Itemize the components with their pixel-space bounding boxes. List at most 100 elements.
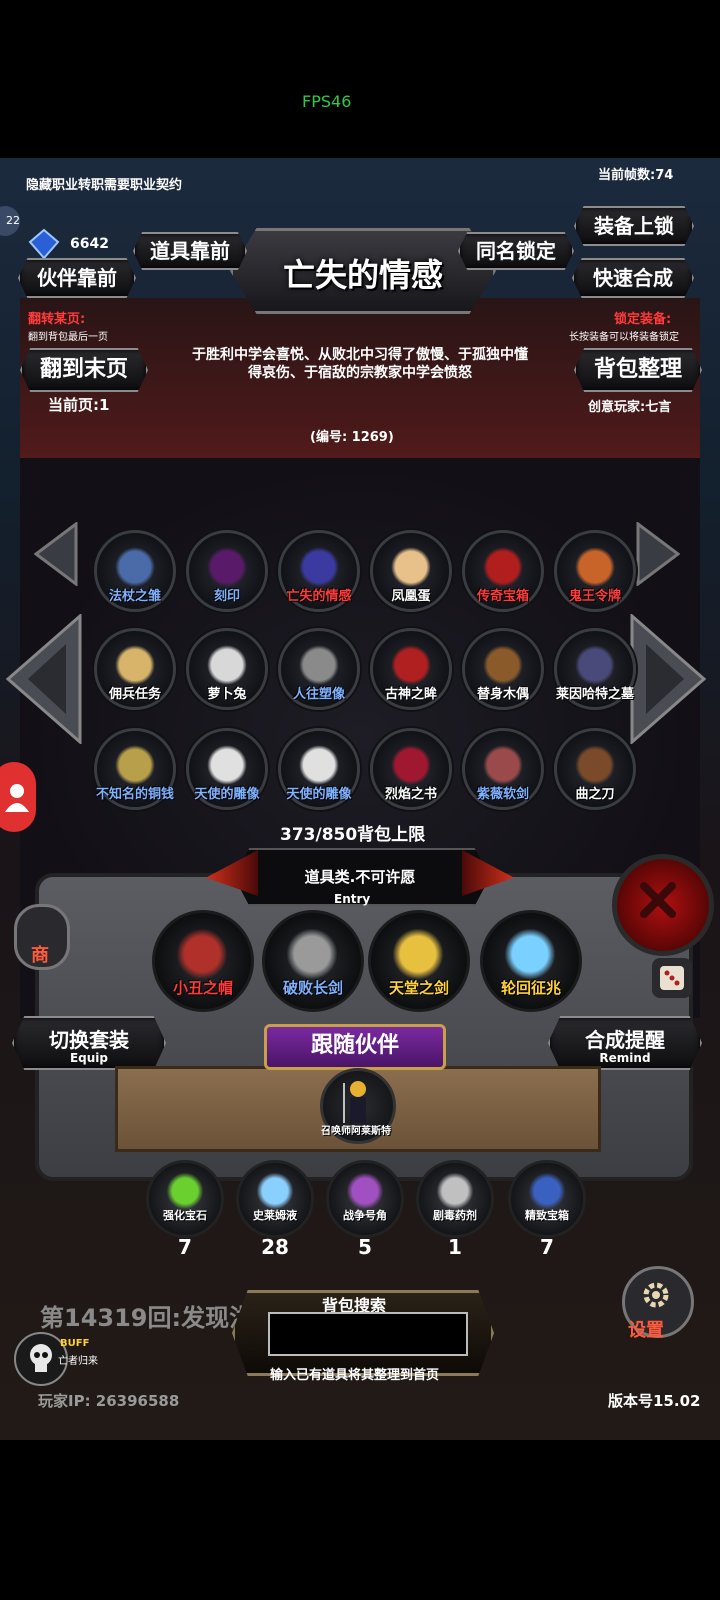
- consumable-label: 强化宝石: [163, 1209, 207, 1222]
- creator-credit: 创意玩家:七言: [588, 400, 672, 415]
- to-last-page-button[interactable]: 翻到末页: [20, 348, 148, 392]
- bag-slot[interactable]: 萝卜兔: [186, 628, 268, 710]
- compose-remind-sub: Remind: [599, 1051, 651, 1065]
- bag-slot[interactable]: 古神之眸: [370, 628, 452, 710]
- entry-slot[interactable]: 天堂之剑: [368, 910, 470, 1012]
- item-number: (编号: 1269): [310, 430, 394, 445]
- angel-statue-icon: [299, 745, 339, 785]
- potion-icon: [257, 1173, 293, 1209]
- equip-lock-button[interactable]: 装备上锁: [574, 206, 694, 246]
- jester-hat-icon: [177, 929, 227, 979]
- puppet-icon: [483, 645, 523, 685]
- prev-page-arrow[interactable]: [5, 612, 82, 748]
- shop-button[interactable]: 商: [14, 904, 70, 970]
- chest-icon: [483, 547, 523, 587]
- coin-icon: [115, 745, 155, 785]
- seal-orb-icon: [207, 547, 247, 587]
- bag-slot[interactable]: 天使的雕像: [278, 728, 360, 810]
- entry-slot[interactable]: 破败长剑: [262, 910, 364, 1012]
- prev-item-arrow[interactable]: [33, 521, 78, 590]
- bag-slot[interactable]: 亡失的情感: [278, 530, 360, 612]
- next-item-arrow[interactable]: [636, 521, 681, 590]
- bag-slot[interactable]: 人往塑像: [278, 628, 360, 710]
- entry-category: 道具类.不可许愿: [304, 868, 416, 886]
- tomb-icon: [575, 645, 615, 685]
- statue-icon: [299, 645, 339, 685]
- card-icon: [575, 547, 615, 587]
- sort-bag-button[interactable]: 背包整理: [574, 348, 702, 392]
- mask-icon: [299, 547, 339, 587]
- partner-front-button[interactable]: 伙伴靠前: [18, 258, 136, 298]
- entry-caption: Entry: [334, 892, 371, 906]
- consumable-count: 7: [540, 1235, 554, 1259]
- bag-slot[interactable]: 紫薇软剑: [462, 728, 544, 810]
- consumable-label: 剧毒药剂: [433, 1209, 477, 1222]
- compose-remind-button[interactable]: 合成提醒 Remind: [548, 1016, 702, 1070]
- avatar-side-button[interactable]: [0, 762, 36, 832]
- fps-counter: FPS46: [302, 92, 352, 111]
- switch-set-label: 切换套装: [49, 1028, 129, 1052]
- dice-button[interactable]: [652, 958, 692, 998]
- consumable-slot[interactable]: 精致宝箱 7: [508, 1160, 586, 1259]
- version-number: 版本号15.02: [608, 1392, 701, 1410]
- same-name-lock-button[interactable]: 同名锁定: [458, 232, 574, 270]
- green-gem-icon: [167, 1173, 203, 1209]
- bag-slot[interactable]: 天使的雕像: [186, 728, 268, 810]
- item-title: 亡失的情感: [282, 256, 443, 294]
- entry-slot[interactable]: 小丑之帽: [152, 910, 254, 1012]
- close-button[interactable]: [612, 854, 714, 956]
- search-hint: 输入已有道具将其整理到首页: [270, 1368, 440, 1383]
- item-description: 于胜利中学会喜悦、从败北中习得了傲慢、于孤独中懂 得哀伤、于宿敌的宗教家中学会愤…: [150, 346, 570, 382]
- switch-set-sub: Equip: [69, 1051, 109, 1065]
- bag-slot[interactable]: 曲之刀: [554, 728, 636, 810]
- consumable-slot[interactable]: 剧毒药剂 1: [416, 1160, 494, 1259]
- dice-icon: [660, 966, 684, 990]
- description-line-1: 于胜利中学会喜悦、从败北中习得了傲慢、于孤独中懂: [192, 347, 528, 363]
- consumable-count: 7: [178, 1235, 192, 1259]
- consumable-label: 史莱姆液: [253, 1209, 297, 1222]
- quick-compose-button[interactable]: 快速合成: [572, 258, 694, 298]
- rabbit-icon: [207, 645, 247, 685]
- summoner-icon: [343, 1081, 366, 1123]
- bag-slot[interactable]: 佣兵任务: [94, 628, 176, 710]
- bag-slot-label: 曲之刀: [575, 787, 615, 802]
- item-front-button[interactable]: 道具靠前: [133, 232, 247, 270]
- entry-slot[interactable]: 轮回征兆: [480, 910, 582, 1012]
- buff-label: BUFF: [60, 1338, 90, 1349]
- consumable-count: 5: [358, 1235, 372, 1259]
- frame-count: 当前帧数:74: [598, 168, 674, 183]
- follow-partner-title: 跟随伙伴: [264, 1024, 446, 1070]
- level-badge: 22: [0, 206, 20, 236]
- consumable-label: 战争号角: [343, 1209, 387, 1222]
- bag-search-input[interactable]: [268, 1312, 468, 1356]
- poison-icon: [437, 1173, 473, 1209]
- bag-slot[interactable]: 莱因哈特之墓: [554, 628, 636, 710]
- partner-name: 召唤师阿莱斯特: [321, 1126, 391, 1137]
- blue-gem-icon: [28, 228, 60, 260]
- switch-set-button[interactable]: 切换套装 Equip: [12, 1016, 166, 1070]
- lock-equip-label: 锁定装备:: [614, 312, 672, 327]
- bag-slot[interactable]: 传奇宝箱: [462, 530, 544, 612]
- bag-slot[interactable]: 凤凰蛋: [370, 530, 452, 612]
- entry-slot-label: 天堂之剑: [388, 979, 449, 997]
- bag-slot[interactable]: 替身木偶: [462, 628, 544, 710]
- bag-slot[interactable]: 法杖之雏: [94, 530, 176, 612]
- gem-count: 6642: [70, 236, 109, 252]
- consumable-label: 精致宝箱: [525, 1209, 569, 1222]
- bag-slot[interactable]: 鬼王令牌: [554, 530, 636, 612]
- bag-slot[interactable]: 刻印: [186, 530, 268, 612]
- heaven-sword-icon: [393, 929, 443, 979]
- whip-sword-icon: [483, 745, 523, 785]
- consumable-slot[interactable]: 史莱姆液 28: [236, 1160, 314, 1259]
- consumable-slot[interactable]: 战争号角 5: [326, 1160, 404, 1259]
- staff-icon: [115, 547, 155, 587]
- consumable-slot[interactable]: 强化宝石 7: [146, 1160, 224, 1259]
- flip-page-label: 翻转某页:: [28, 312, 86, 327]
- lock-equip-desc: 长按装备可以将装备锁定: [569, 332, 679, 343]
- round-text: 第14319回:发现洪: [40, 1304, 254, 1332]
- bag-slot[interactable]: 不知名的铜钱: [94, 728, 176, 810]
- gear-icon: [643, 1282, 669, 1308]
- next-page-arrow[interactable]: [630, 612, 707, 748]
- book-icon: [391, 745, 431, 785]
- bag-slot[interactable]: 烈焰之书: [370, 728, 452, 810]
